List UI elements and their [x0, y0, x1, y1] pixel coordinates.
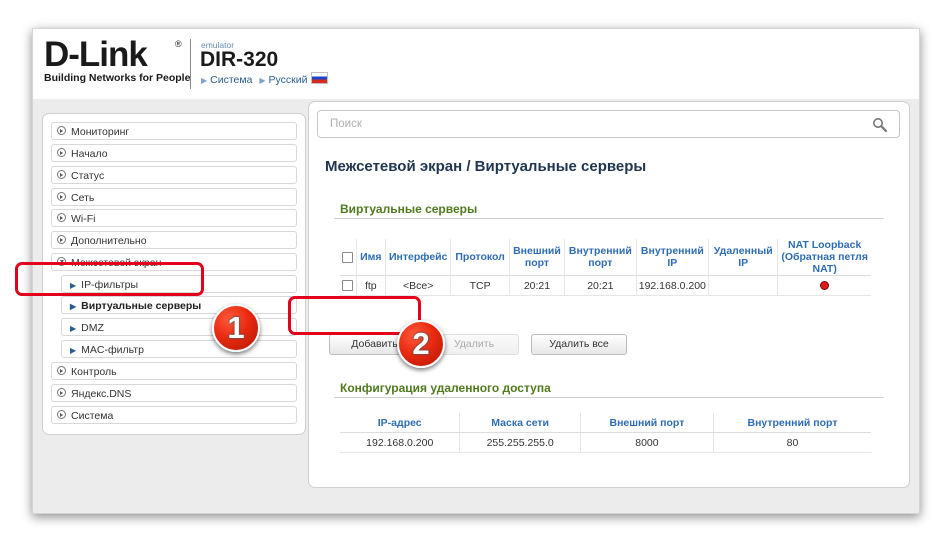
sidebar-item-control[interactable]: Контроль — [51, 362, 297, 380]
virtual-servers-title: Виртуальные серверы — [340, 202, 478, 216]
column-header[interactable]: Протокол — [450, 239, 510, 276]
sidebar-item-yandex-dns[interactable]: Яндекс.DNS — [51, 384, 297, 402]
language-link[interactable]: Русский — [269, 74, 308, 86]
column-header[interactable]: Имя — [355, 239, 386, 276]
section-divider — [334, 397, 884, 398]
sidebar-item-label: Сеть — [71, 192, 95, 204]
cell-int-port: 80 — [712, 432, 871, 453]
table-row[interactable]: 192.168.0.200 255.255.255.0 8000 80 — [340, 432, 871, 453]
cell-int-port: 20:21 — [564, 275, 637, 296]
expand-icon — [57, 126, 66, 135]
expand-icon — [57, 235, 66, 244]
column-header: Внешний порт — [579, 413, 714, 433]
cell-ip: 192.168.0.200 — [340, 432, 460, 453]
expand-icon — [57, 148, 66, 157]
sidebar-item-label: Система — [71, 410, 114, 422]
header-crumbs: ▶ Система ▶ Русский — [201, 72, 328, 86]
sidebar-item-start[interactable]: Начало — [51, 144, 297, 162]
header-divider — [190, 39, 191, 89]
column-header[interactable]: Интерфейс — [384, 239, 451, 276]
sidebar-item-label: Дополнительно — [71, 235, 147, 247]
delete-all-button[interactable]: Удалить все — [531, 334, 627, 355]
column-header[interactable]: Внутренний порт — [564, 239, 637, 276]
search-box[interactable] — [317, 110, 900, 138]
section-divider — [334, 218, 884, 219]
sidebar-item-status[interactable]: Статус — [51, 166, 297, 184]
sidebar-item-label: Wi-Fi — [71, 213, 96, 225]
expand-icon — [57, 192, 66, 201]
column-header[interactable]: Удаленный IP — [708, 239, 778, 276]
expand-icon — [57, 170, 66, 179]
select-all-header — [340, 239, 356, 276]
column-header[interactable]: NAT Loopback (Обратная петля NAT) — [777, 239, 871, 276]
cell-mask: 255.255.255.0 — [459, 432, 581, 453]
logo-tagline: Building Networks for People — [44, 72, 191, 84]
select-all-checkbox[interactable] — [342, 251, 354, 263]
expand-icon — [57, 366, 66, 375]
search-input[interactable] — [328, 117, 852, 131]
expand-icon — [57, 410, 66, 419]
step-badge-2: 2 — [397, 320, 445, 368]
sidebar-item-label: Виртуальные серверы — [81, 300, 202, 312]
page-title: Межсетевой экран / Виртуальные серверы — [325, 158, 647, 175]
expand-icon — [57, 388, 66, 397]
sidebar-item-label: Контроль — [71, 366, 117, 378]
status-off-icon — [820, 281, 830, 291]
router-header: D-Link ® Building Networks for People em… — [33, 29, 919, 99]
step-badge-1: 1 — [212, 304, 260, 352]
sidebar-item-label: MAC-фильтр — [81, 344, 144, 356]
sidebar-item-system[interactable]: Система — [51, 406, 297, 424]
cell-name: ftp — [355, 275, 386, 296]
cell-ext-port: 20:21 — [508, 275, 565, 296]
sidebar-item-label: Начало — [71, 148, 108, 160]
sidebar-item-label: DMZ — [81, 322, 104, 334]
triangle-right-icon: ▶ — [201, 76, 208, 85]
sidebar-subitem-mac-filter[interactable]: ▶ MAC-фильтр — [61, 340, 297, 358]
virtual-servers-table: Имя Интерфейс Протокол Внешний порт Внут… — [340, 239, 871, 296]
remote-config-table: IP-адрес Маска сети Внешний порт Внутрен… — [340, 413, 871, 453]
dlink-logo[interactable]: D-Link — [44, 35, 148, 75]
column-header: Внутренний порт — [712, 413, 871, 433]
cell-nat-loopback — [777, 275, 871, 296]
column-header: Маска сети — [459, 413, 581, 433]
search-icon[interactable] — [872, 117, 888, 133]
sidebar-item-wifi[interactable]: Wi-Fi — [51, 209, 297, 227]
row-select-cell — [340, 275, 357, 296]
column-header: IP-адрес — [340, 413, 460, 433]
system-link[interactable]: Система — [210, 74, 252, 86]
arrow-right-icon: ▶ — [70, 302, 77, 311]
cell-remote-ip — [708, 275, 778, 296]
expand-icon — [57, 213, 66, 222]
column-header[interactable]: Внутренний IP — [635, 239, 709, 276]
sidebar-subitem-dmz[interactable]: ▶ DMZ — [61, 318, 297, 336]
row-checkbox[interactable] — [342, 280, 354, 292]
device-model: DIR-320 — [200, 48, 279, 71]
table-row[interactable]: ftp <Все> TCP 20:21 20:21 192.168.0.200 — [340, 275, 871, 296]
sidebar-subitem-virtual-servers[interactable]: ▶ Виртуальные серверы — [61, 296, 297, 314]
cell-int-ip: 192.168.0.200 — [635, 275, 709, 296]
triangle-right-icon: ▶ — [259, 76, 266, 85]
column-header[interactable]: Внешний порт — [508, 239, 565, 276]
sidebar-item-label: Яндекс.DNS — [71, 388, 132, 400]
cell-ext-port: 8000 — [579, 432, 714, 453]
sidebar-item-monitoring[interactable]: Мониторинг — [51, 122, 297, 140]
arrow-right-icon: ▶ — [70, 346, 77, 355]
registered-mark: ® — [175, 39, 182, 49]
sidebar-item-network[interactable]: Сеть — [51, 188, 297, 206]
main-content: Межсетевой экран / Виртуальные серверы В… — [308, 101, 910, 488]
sidebar-item-label: Статус — [71, 170, 105, 182]
remote-config-title: Конфигурация удаленного доступа — [340, 381, 551, 395]
cell-protocol: TCP — [450, 275, 510, 296]
sidebar-item-advanced[interactable]: Дополнительно — [51, 231, 297, 249]
arrow-right-icon: ▶ — [70, 324, 77, 333]
cell-interface: <Все> — [384, 275, 451, 296]
russia-flag-icon[interactable] — [310, 72, 328, 84]
sidebar-item-label: Мониторинг — [71, 126, 130, 138]
highlight-ring-virtual-servers — [15, 262, 204, 296]
